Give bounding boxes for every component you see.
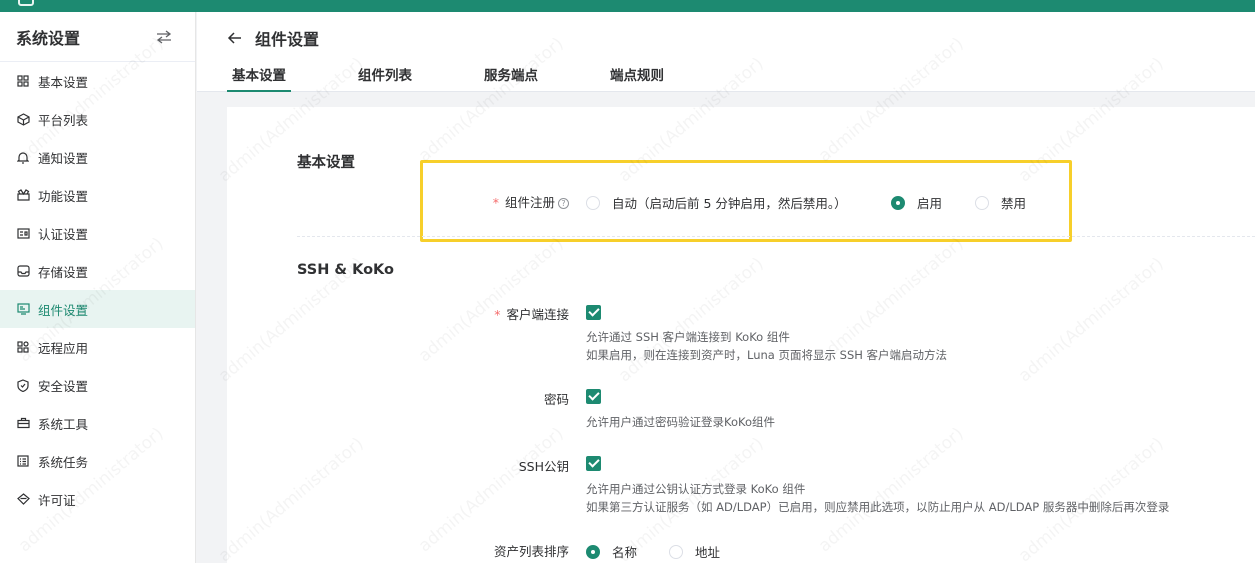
bell-icon — [16, 150, 30, 164]
gift-icon — [16, 188, 30, 202]
id-card-icon — [16, 226, 30, 240]
sidebar-item-label: 认证设置 — [38, 226, 89, 242]
tab-service-endpoints[interactable]: 服务端点 — [479, 60, 543, 92]
asset-sort-address-radio[interactable]: 地址 — [669, 542, 720, 561]
sidebar-menu: 基本设置 平台列表 通知设置 功能设置 认证设置 存储设置 组件设置 远程应用 — [0, 62, 195, 518]
tab-endpoint-rules[interactable]: 端点规则 — [605, 60, 669, 92]
title-row: 组件设置 — [227, 26, 319, 50]
radio-label: 禁用 — [1001, 196, 1027, 211]
registration-enable-radio[interactable]: 启用 — [891, 193, 942, 212]
sidebar-item-platforms[interactable]: 平台列表 — [0, 100, 195, 138]
radio-circle — [586, 544, 600, 559]
sidebar-item-label: 基本设置 — [38, 74, 89, 90]
toolbox-icon — [16, 416, 30, 430]
sidebar-item-label: 存储设置 — [38, 264, 89, 280]
sidebar-item-tools[interactable]: 系统工具 — [0, 404, 195, 442]
password-checkbox[interactable] — [586, 389, 601, 404]
tab-component-list[interactable]: 组件列表 — [353, 60, 417, 92]
radio-label: 启用 — [917, 196, 943, 211]
radio-circle — [669, 544, 683, 559]
radio-label: 名称 — [612, 545, 638, 560]
registration-auto-radio[interactable]: 自动（启动后前 5 分钟启用，然后禁用。） — [586, 193, 847, 212]
client-connect-label: * 客户端连接 — [494, 307, 569, 322]
task-list-icon — [16, 454, 30, 468]
radio-label: 地址 — [695, 545, 721, 560]
logo — [18, 0, 34, 6]
sidebar-item-auth[interactable]: 认证设置 — [0, 214, 195, 252]
tab-bar: 基本设置 组件列表 服务端点 端点规则 — [227, 60, 731, 92]
section-title-basic: 基本设置 — [297, 155, 355, 171]
asset-sort-name-radio[interactable]: 名称 — [586, 542, 637, 561]
ssh-pubkey-help: 允许用户通过公钥认证方式登录 KoKo 组件 如果第三方认证服务（如 AD/LD… — [586, 482, 1170, 514]
monitor-icon — [16, 302, 30, 316]
swap-icon[interactable] — [155, 28, 173, 46]
ssh-pubkey-checkbox[interactable] — [586, 456, 601, 471]
sidebar-item-label: 远程应用 — [38, 340, 89, 356]
sidebar-item-components[interactable]: 组件设置 — [0, 290, 195, 328]
sidebar-item-storage[interactable]: 存储设置 — [0, 252, 195, 290]
sidebar-title: 系统设置 — [16, 28, 81, 48]
page-header: 组件设置 基本设置 组件列表 服务端点 端点规则 — [197, 12, 1255, 92]
sidebar-item-label: 安全设置 — [38, 378, 89, 394]
sidebar-item-label: 组件设置 — [38, 302, 89, 318]
radio-circle — [975, 195, 989, 210]
password-label: 密码 — [543, 392, 569, 407]
sidebar-item-tasks[interactable]: 系统任务 — [0, 442, 195, 480]
component-registration-label: * 组件注册? — [493, 192, 569, 211]
sidebar-item-notifications[interactable]: 通知设置 — [0, 138, 195, 176]
sidebar-item-label: 通知设置 — [38, 150, 89, 166]
sidebar-item-basic[interactable]: 基本设置 — [0, 62, 195, 100]
sidebar-header: 系统设置 — [0, 12, 195, 62]
grid-icon — [16, 74, 30, 88]
apps-icon — [16, 340, 30, 354]
sidebar-item-label: 系统任务 — [38, 454, 89, 470]
cube-icon — [16, 112, 30, 126]
sidebar-item-license[interactable]: 许可证 — [0, 480, 195, 518]
question-icon[interactable]: ? — [558, 198, 569, 209]
section-divider — [297, 236, 1255, 237]
registration-disable-radio[interactable]: 禁用 — [975, 193, 1026, 212]
section-title-ssh: SSH & KoKo — [297, 262, 394, 278]
sidebar-item-remote-apps[interactable]: 远程应用 — [0, 328, 195, 366]
radio-circle — [891, 195, 905, 210]
shield-icon — [16, 378, 30, 392]
required-mark: * — [492, 195, 499, 210]
client-connect-checkbox[interactable] — [586, 305, 601, 320]
client-connect-help: 允许通过 SSH 客户端连接到 KoKo 组件 如果启用，则在连接到资产时，Lu… — [586, 330, 948, 362]
sidebar: 系统设置 基本设置 平台列表 通知设置 功能设置 认证设置 存储设置 组件设置 … — [0, 12, 196, 563]
sidebar-item-security[interactable]: 安全设置 — [0, 366, 195, 404]
page-title: 组件设置 — [255, 30, 320, 49]
inbox-icon — [16, 264, 30, 278]
sidebar-item-label: 系统工具 — [38, 416, 89, 432]
sidebar-item-label: 平台列表 — [38, 112, 89, 128]
sidebar-item-features[interactable]: 功能设置 — [0, 176, 195, 214]
required-mark: * — [494, 307, 501, 322]
license-icon — [16, 492, 30, 506]
radio-label: 自动（启动后前 5 分钟启用，然后禁用。） — [612, 196, 847, 211]
top-nav-bar — [0, 0, 1255, 12]
password-help: 允许用户通过密码验证登录KoKo组件 — [586, 415, 776, 429]
back-arrow-icon[interactable] — [227, 30, 243, 46]
radio-circle — [586, 195, 600, 210]
tab-basic-settings[interactable]: 基本设置 — [227, 60, 291, 92]
sidebar-item-label: 许可证 — [38, 492, 76, 508]
settings-form: 基本设置 * 组件注册? 自动（启动后前 5 分钟启用，然后禁用。） 启用 禁用 … — [227, 107, 1255, 563]
ssh-pubkey-label: SSH公钥 — [518, 459, 569, 474]
sidebar-item-label: 功能设置 — [38, 188, 89, 204]
asset-sort-label: 资产列表排序 — [493, 544, 569, 559]
